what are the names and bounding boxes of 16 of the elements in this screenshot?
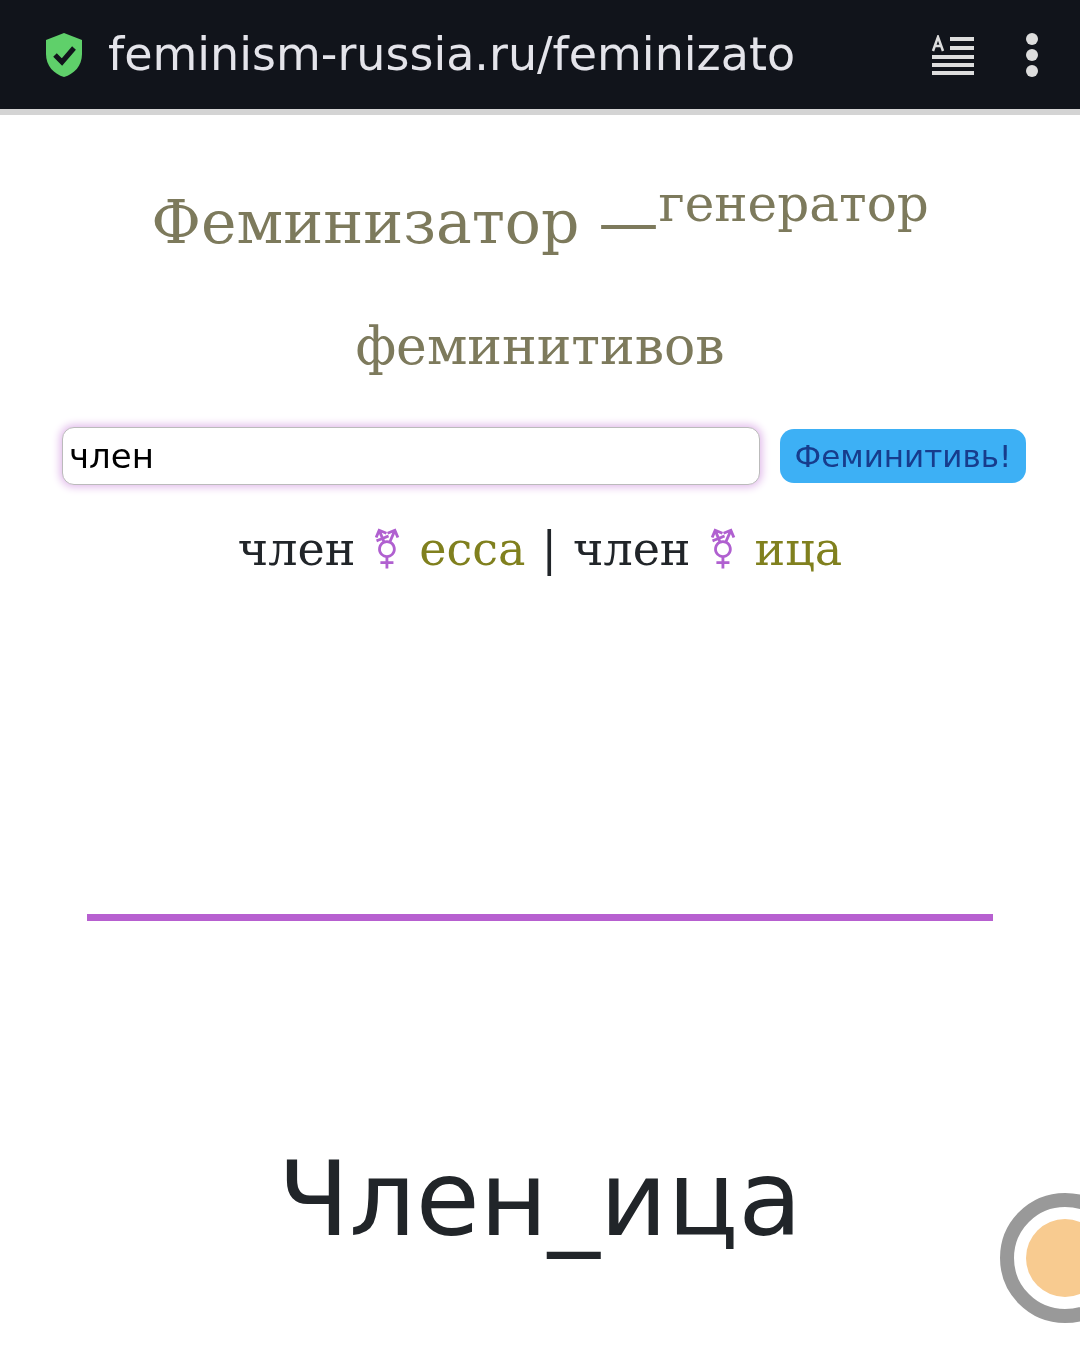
separator-text: |	[541, 521, 557, 578]
shield-check-icon	[44, 31, 84, 78]
reader-mode-icon[interactable]	[930, 34, 976, 75]
title-tagline: феминитивов	[354, 315, 726, 378]
suffix-text: есса	[419, 521, 526, 578]
title-text: Феминизатор —	[151, 187, 659, 257]
menu-icon[interactable]	[1024, 31, 1040, 78]
suffix-text: ица	[754, 521, 843, 578]
base-word: член	[237, 521, 356, 578]
word-input-field[interactable]: член	[62, 427, 760, 485]
article-heading: Член_ица	[278, 1137, 802, 1262]
gender-symbol: ⚧	[706, 526, 739, 573]
title-tagline: генератор	[658, 175, 929, 233]
base-word: член	[573, 521, 691, 578]
gender-symbol: ⚧	[371, 526, 404, 573]
feminize-button[interactable]: Феминитивь!	[780, 429, 1026, 483]
